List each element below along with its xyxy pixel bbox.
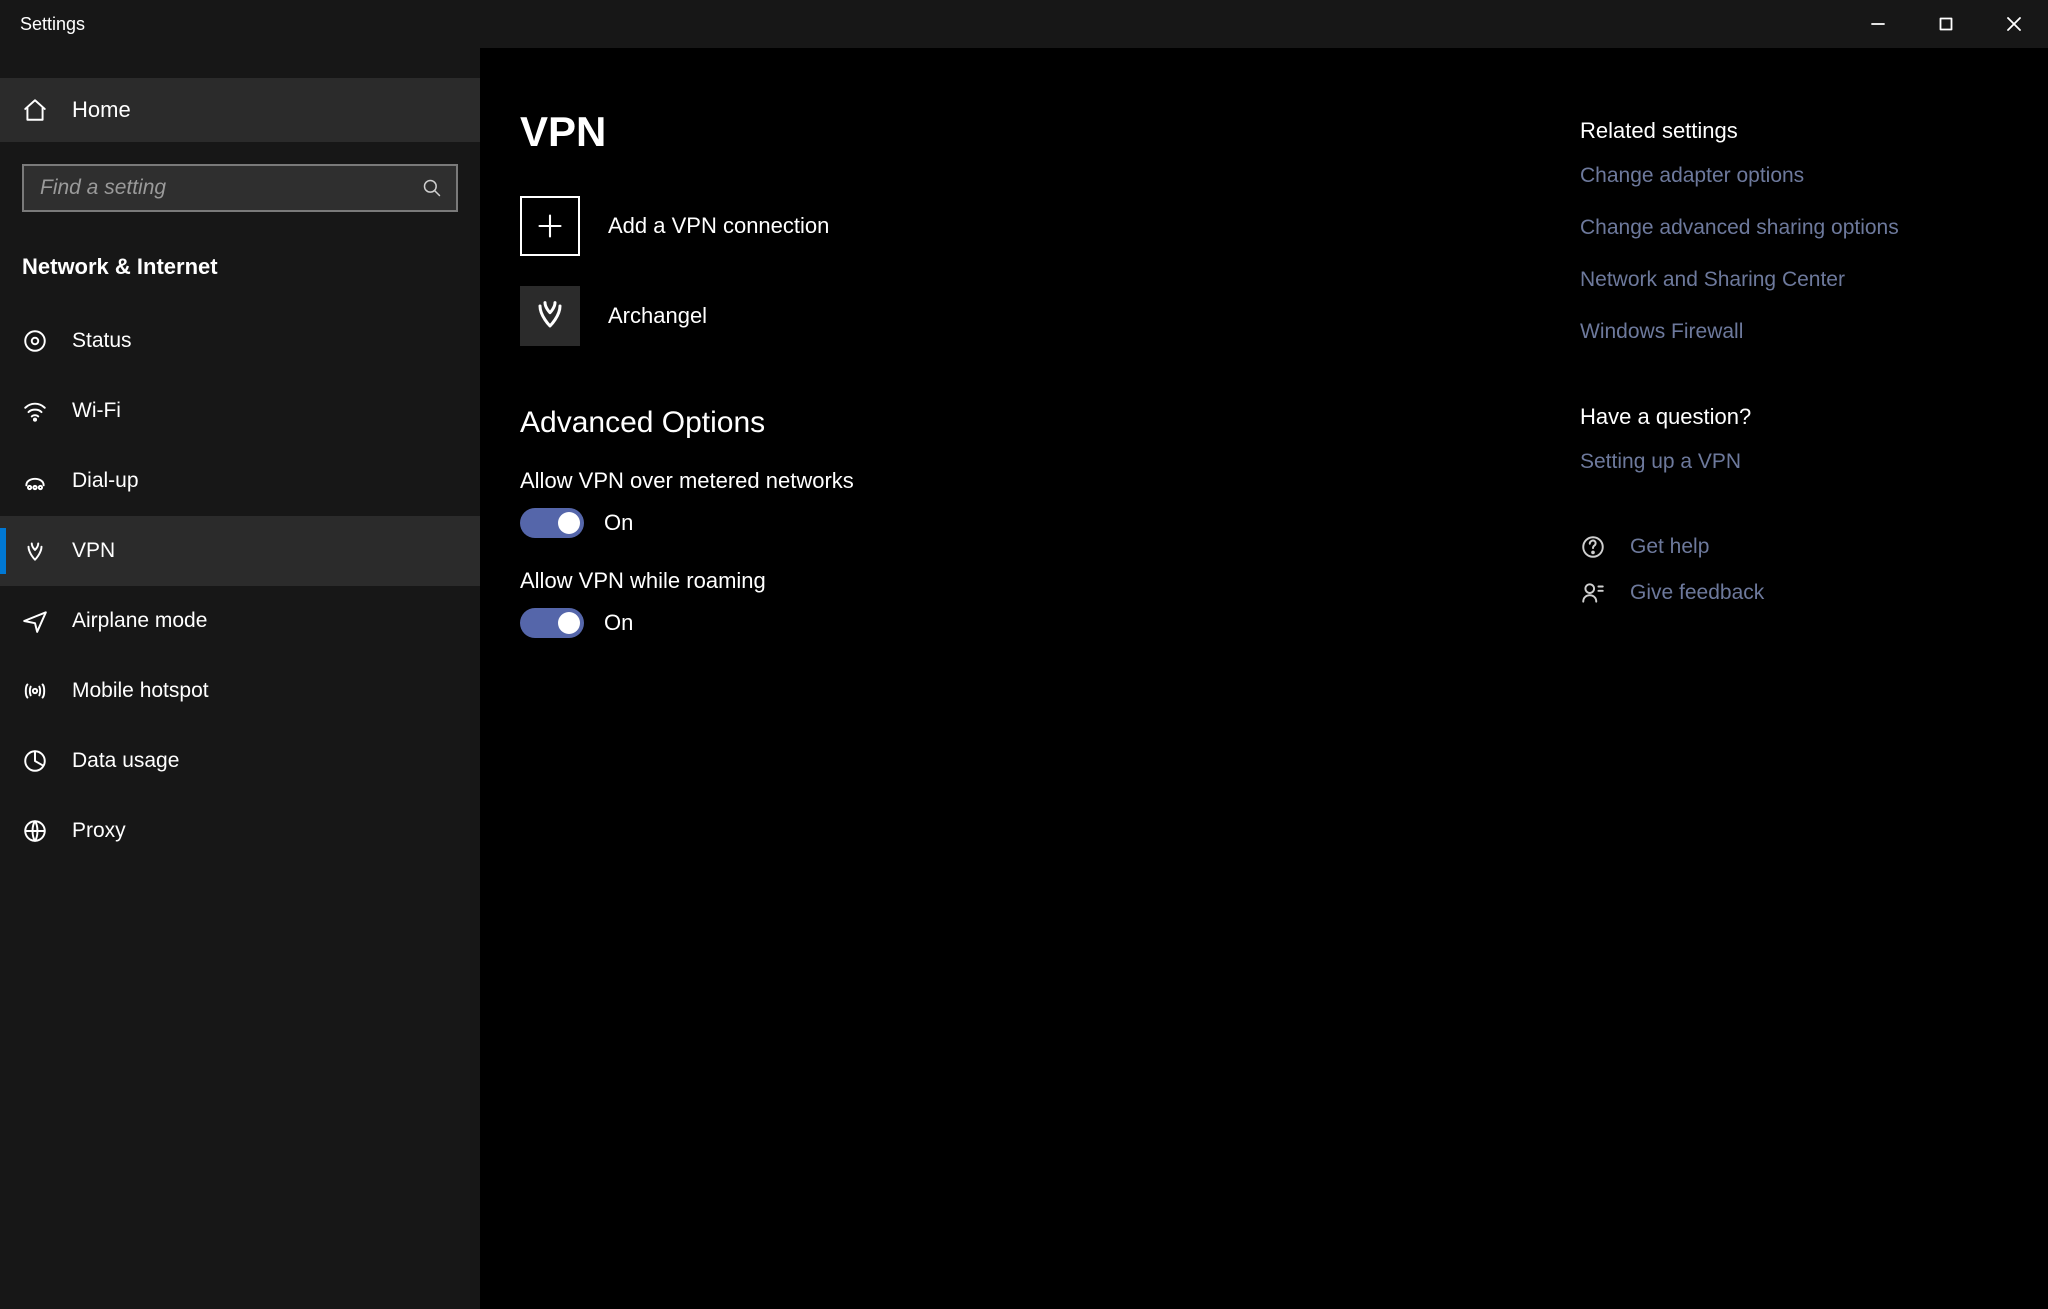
main-column: VPN Add a VPN connection Archangel Advan… [480,48,1580,1309]
close-button[interactable] [1980,0,2048,48]
sidebar-item-proxy[interactable]: Proxy [0,796,480,866]
maximize-icon [1939,17,1953,31]
sidebar-item-label: Wi-Fi [72,399,121,423]
dialup-icon [22,468,48,494]
content-area: VPN Add a VPN connection Archangel Advan… [480,48,2048,1309]
page-title: VPN [520,108,1540,156]
sidebar-item-data-usage[interactable]: Data usage [0,726,480,796]
sidebar-item-wifi[interactable]: Wi-Fi [0,376,480,446]
airplane-icon [22,608,48,634]
add-vpn-label: Add a VPN connection [608,213,829,239]
link-network-sharing-center[interactable]: Network and Sharing Center [1580,268,1970,292]
toggle-metered: Allow VPN over metered networks On [520,468,1540,538]
search-wrap [0,142,480,234]
toggle-roaming-label: Allow VPN while roaming [520,568,1540,594]
sidebar-home[interactable]: Home [0,78,480,142]
close-icon [2007,17,2021,31]
sidebar-item-label: Proxy [72,819,126,843]
toggle-roaming: Allow VPN while roaming On [520,568,1540,638]
search-icon [422,178,442,198]
status-icon [22,328,48,354]
add-vpn-row[interactable]: Add a VPN connection [520,196,1540,256]
sidebar-item-label: Dial-up [72,469,139,493]
advanced-heading: Advanced Options [520,406,1540,440]
toggle-metered-label: Allow VPN over metered networks [520,468,1540,494]
toggle-metered-switch[interactable] [520,508,584,538]
give-feedback-row[interactable]: Give feedback [1580,580,1970,606]
sidebar-item-label: Data usage [72,749,179,773]
sidebar-item-label: Mobile hotspot [72,679,209,703]
minimize-icon [1871,17,1885,31]
toggle-roaming-state: On [604,610,633,636]
vpn-connection-icon [520,286,580,346]
minimize-button[interactable] [1844,0,1912,48]
related-settings-group: Related settings Change adapter options … [1580,118,1970,344]
vpn-icon [22,538,48,564]
sidebar-item-airplane[interactable]: Airplane mode [0,586,480,656]
titlebar: Settings [0,0,2048,48]
sidebar-nav: Status Wi-Fi Dial-up VPN Airplane mode M… [0,288,480,866]
link-setup-vpn[interactable]: Setting up a VPN [1580,450,1970,474]
related-heading: Related settings [1580,118,1970,144]
sidebar-section-header: Network & Internet [0,234,480,288]
maximize-button[interactable] [1912,0,1980,48]
sidebar-item-label: Status [72,329,132,353]
sidebar-item-vpn[interactable]: VPN [0,516,480,586]
proxy-icon [22,818,48,844]
search-input-container[interactable] [22,164,458,212]
right-column: Related settings Change adapter options … [1580,48,2000,1309]
home-icon [22,97,48,123]
toggle-roaming-switch[interactable] [520,608,584,638]
feedback-icon [1580,580,1606,606]
question-group: Have a question? Setting up a VPN [1580,404,1970,474]
vpn-connection-name: Archangel [608,303,707,329]
sidebar-home-label: Home [72,97,131,123]
sidebar-item-dialup[interactable]: Dial-up [0,446,480,516]
toggle-metered-state: On [604,510,633,536]
link-advanced-sharing[interactable]: Change advanced sharing options [1580,216,1970,240]
window-controls [1844,0,2048,48]
link-windows-firewall[interactable]: Windows Firewall [1580,320,1970,344]
plus-icon [520,196,580,256]
search-input[interactable] [24,176,456,200]
get-help-label: Get help [1630,535,1709,559]
vpn-connection-row[interactable]: Archangel [520,286,1540,346]
window-title: Settings [0,14,85,35]
get-help-icon [1580,534,1606,560]
data-usage-icon [22,748,48,774]
sidebar-item-label: Airplane mode [72,609,207,633]
sidebar-item-label: VPN [72,539,115,563]
sidebar-item-status[interactable]: Status [0,306,480,376]
sidebar: Home Network & Internet Status Wi-Fi [0,48,480,1309]
question-heading: Have a question? [1580,404,1970,430]
get-help-row[interactable]: Get help [1580,534,1970,560]
sidebar-item-hotspot[interactable]: Mobile hotspot [0,656,480,726]
give-feedback-label: Give feedback [1630,581,1764,605]
link-adapter-options[interactable]: Change adapter options [1580,164,1970,188]
hotspot-icon [22,678,48,704]
wifi-icon [22,398,48,424]
